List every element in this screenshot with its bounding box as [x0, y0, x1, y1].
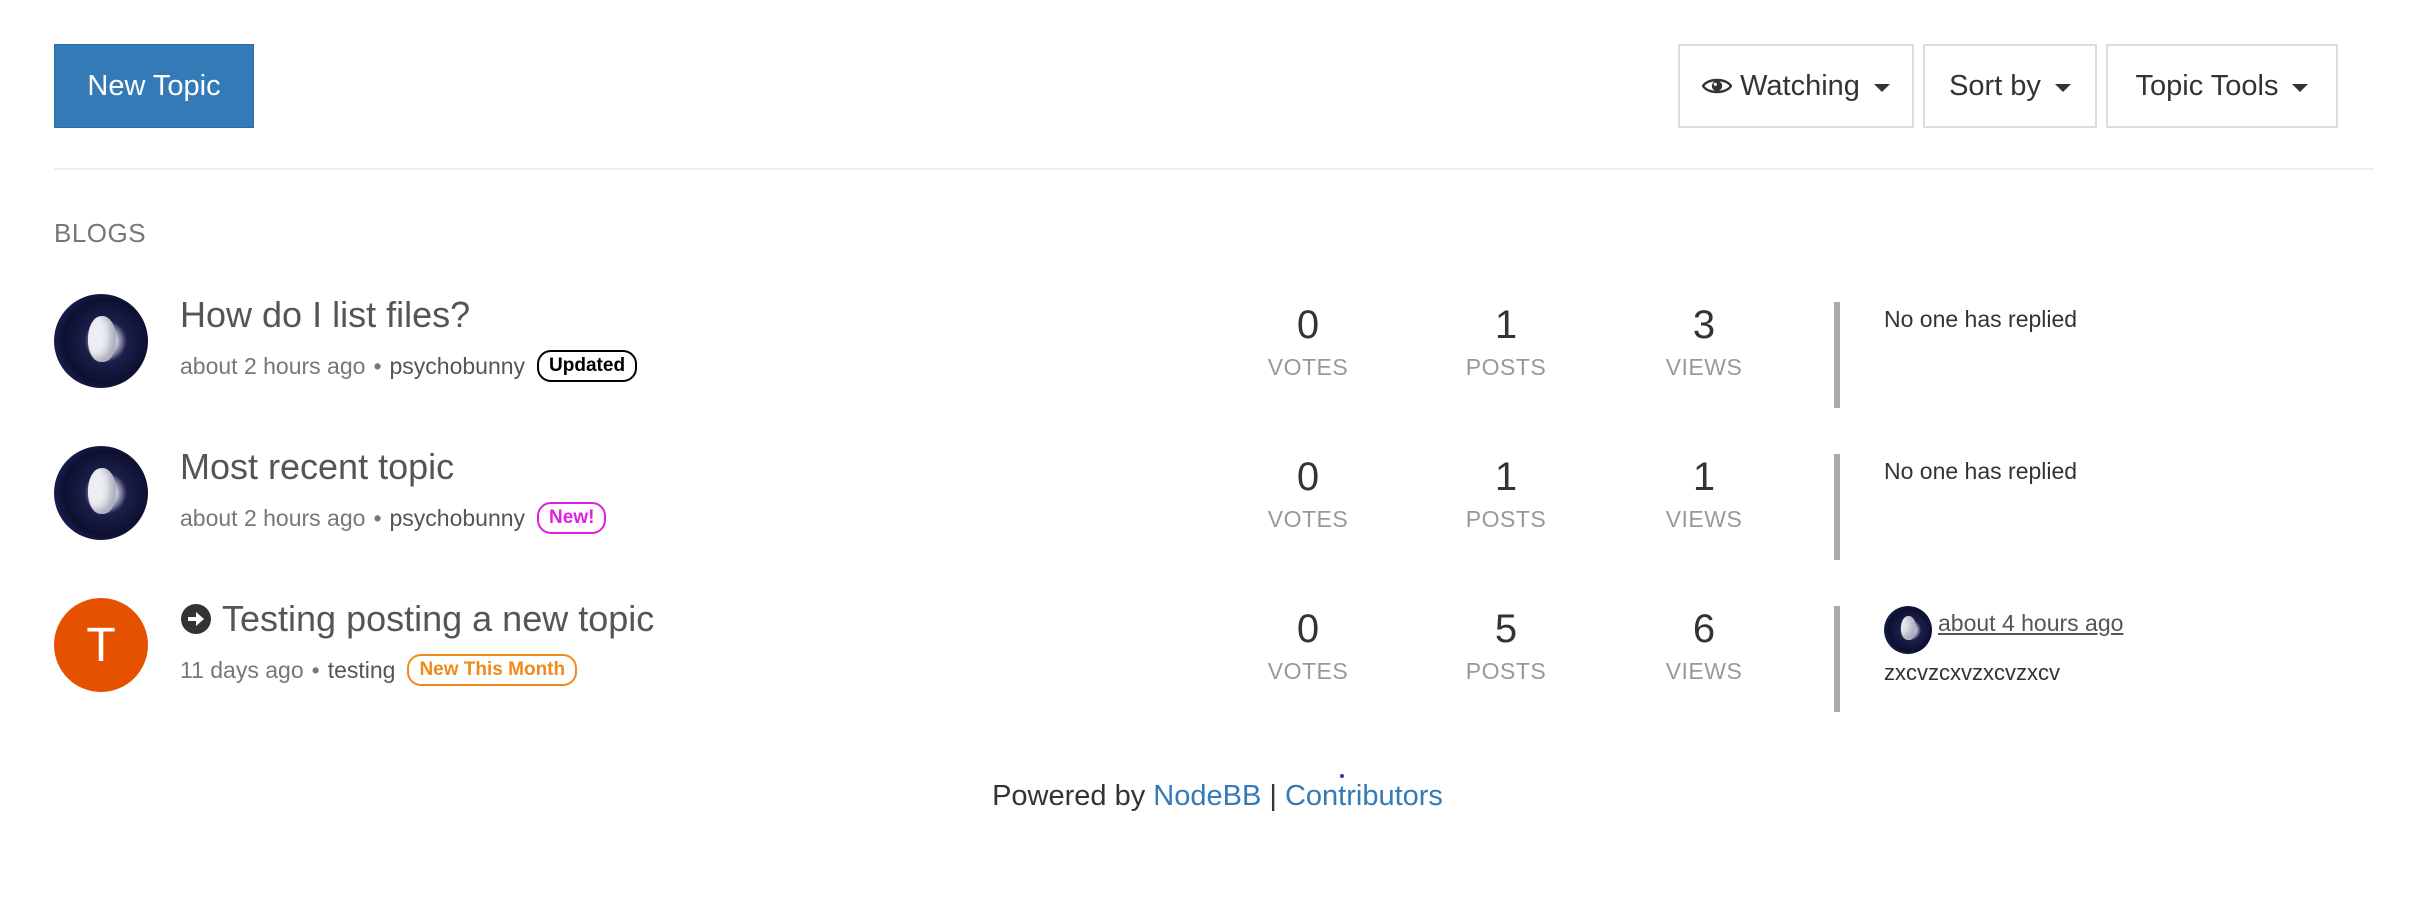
caret-down-icon — [2054, 84, 2071, 92]
topic-author[interactable]: psychobunny — [390, 505, 526, 532]
views-label: VIEWS — [1665, 354, 1743, 380]
status-badge: New! — [537, 502, 607, 534]
teaser-time-link[interactable]: about 4 hours ago — [1938, 610, 2123, 637]
votes-stat: 0 VOTES — [1248, 606, 1368, 685]
topic-row: How do I list files? about 2 hours ago •… — [54, 294, 2374, 424]
contributors-link[interactable]: Contributors — [1285, 780, 1443, 812]
posts-label: POSTS — [1465, 506, 1547, 532]
posts-stat: 1 POSTS — [1446, 302, 1566, 381]
votes-stat: 0 VOTES — [1248, 302, 1368, 381]
caret-down-icon — [2292, 84, 2309, 92]
views-count: 3 — [1692, 303, 1716, 347]
avatar-image — [54, 446, 148, 540]
votes-count: 0 — [1296, 607, 1320, 651]
page-footer: Powered by NodeBB | Contributors — [0, 780, 2435, 813]
votes-count: 0 — [1296, 455, 1320, 499]
posts-count: 1 — [1494, 455, 1518, 499]
decorative-dot — [1340, 774, 1344, 778]
topic-title-link[interactable]: How do I list files? — [180, 294, 470, 336]
topic-title: Testing posting a new topic — [222, 598, 655, 639]
topic-toolbar: New Topic Watching Sort by Topic Tools — [54, 44, 2374, 128]
views-label: VIEWS — [1665, 506, 1743, 532]
topic-time[interactable]: 11 days ago — [180, 657, 304, 684]
status-badge: New This Month — [407, 654, 578, 686]
topic-row: T Testing posting a new topic 11 days ag… — [54, 598, 2374, 728]
votes-label: VOTES — [1267, 506, 1349, 532]
meta-separator: • — [373, 504, 382, 531]
topic-row: Most recent topic about 2 hours ago • ps… — [54, 446, 2374, 576]
topic-title: How do I list files? — [180, 294, 471, 335]
posts-stat: 5 POSTS — [1446, 606, 1566, 685]
avatar[interactable] — [54, 294, 148, 388]
avatar-image — [1884, 606, 1932, 654]
teaser-divider — [1834, 302, 1840, 408]
posts-label: POSTS — [1465, 658, 1547, 684]
teaser-text: No one has replied — [1884, 306, 2078, 332]
avatar[interactable]: T — [54, 598, 148, 692]
arrow-circle-right-icon — [180, 603, 212, 635]
views-stat: 6 VIEWS — [1644, 606, 1764, 685]
posts-stat: 1 POSTS — [1446, 454, 1566, 533]
avatar[interactable] — [1884, 606, 1932, 654]
watching-button[interactable]: Watching — [1678, 44, 1914, 128]
views-stat: 3 VIEWS — [1644, 302, 1764, 381]
footer-divider: | — [1269, 780, 1277, 812]
category-heading: BLOGS — [54, 218, 147, 248]
new-topic-button[interactable]: New Topic — [54, 44, 254, 128]
topic-time[interactable]: about 2 hours ago — [180, 353, 365, 380]
toolbar-divider — [54, 168, 2374, 170]
topic-author[interactable]: psychobunny — [390, 353, 526, 380]
votes-label: VOTES — [1267, 658, 1349, 684]
avatar-letter: T — [54, 598, 148, 692]
views-count: 6 — [1692, 607, 1716, 651]
powered-by-text: Powered by — [992, 780, 1146, 812]
eye-icon — [1702, 75, 1733, 97]
sort-by-button[interactable]: Sort by — [1923, 44, 2097, 128]
topic-tools-label: Topic Tools — [2135, 69, 2279, 102]
teaser-divider — [1834, 606, 1840, 712]
votes-stat: 0 VOTES — [1248, 454, 1368, 533]
status-badge: Updated — [537, 350, 638, 382]
topic-tools-button[interactable]: Topic Tools — [2106, 44, 2338, 128]
topic-time[interactable]: about 2 hours ago — [180, 505, 365, 532]
caret-down-icon — [1873, 84, 1890, 92]
topic-meta: about 2 hours ago • psychobunny Updated — [180, 350, 638, 382]
avatar[interactable] — [54, 446, 148, 540]
watching-label: Watching — [1740, 69, 1860, 102]
views-stat: 1 VIEWS — [1644, 454, 1764, 533]
votes-label: VOTES — [1267, 354, 1349, 380]
meta-separator: • — [311, 656, 320, 683]
topic-title-link[interactable]: Most recent topic — [180, 446, 454, 488]
teaser-content: zxcvzcxvzxcvzxcv — [1884, 660, 2060, 685]
meta-separator: • — [373, 352, 382, 379]
new-topic-label: New Topic — [87, 69, 221, 102]
avatar-image — [54, 294, 148, 388]
posts-count: 5 — [1494, 607, 1518, 651]
topic-title-link[interactable]: Testing posting a new topic — [180, 598, 654, 640]
votes-count: 0 — [1296, 303, 1320, 347]
nodebb-link[interactable]: NodeBB — [1153, 780, 1261, 812]
teaser-divider — [1834, 454, 1840, 560]
views-label: VIEWS — [1665, 658, 1743, 684]
posts-count: 1 — [1494, 303, 1518, 347]
topic-title: Most recent topic — [180, 446, 455, 487]
topic-meta: about 2 hours ago • psychobunny New! — [180, 502, 607, 534]
sort-by-label: Sort by — [1949, 69, 2041, 102]
posts-label: POSTS — [1465, 354, 1547, 380]
teaser-text: No one has replied — [1884, 458, 2078, 484]
views-count: 1 — [1692, 455, 1716, 499]
topic-meta: 11 days ago • testing New This Month — [180, 654, 578, 686]
topic-author[interactable]: testing — [328, 657, 396, 684]
